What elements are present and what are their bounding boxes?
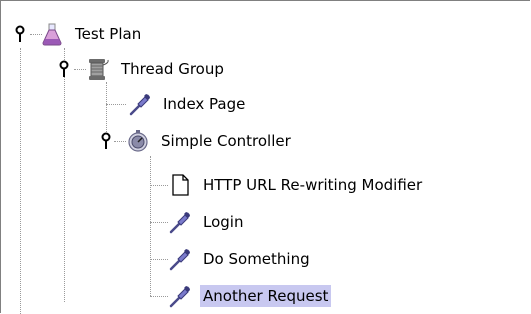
tree-node-login[interactable]: Login xyxy=(168,209,246,235)
tree-connector xyxy=(114,141,126,142)
tree-node-label: Simple Controller xyxy=(161,132,291,150)
tree-connector xyxy=(150,185,168,186)
document-icon xyxy=(172,174,189,196)
tree-connector xyxy=(64,48,65,302)
tree-connector xyxy=(106,104,126,105)
pipette-icon xyxy=(169,249,190,271)
tree-connector xyxy=(150,259,168,260)
tree-node-label: Thread Group xyxy=(121,60,224,78)
tree-node-label: Login xyxy=(203,213,244,231)
tree-connector xyxy=(74,69,86,70)
flask-icon xyxy=(42,23,62,46)
tree-node-label: Test Plan xyxy=(75,25,142,43)
tree-node-label-selected: Another Request xyxy=(200,285,332,307)
pipette-icon xyxy=(129,94,150,116)
tree-connector xyxy=(150,296,168,297)
tree-node-test-plan[interactable]: Test Plan xyxy=(40,21,144,47)
tree-node-index-page[interactable]: Index Page xyxy=(128,91,248,117)
collapse-handle-icon[interactable] xyxy=(58,60,70,78)
tree-node-url-rewriting-modifier[interactable]: HTTP URL Re-writing Modifier xyxy=(168,172,425,198)
collapse-handle-icon[interactable] xyxy=(14,25,26,43)
tree-node-thread-group[interactable]: Thread Group xyxy=(86,56,227,82)
tree-node-label: Do Something xyxy=(203,250,310,268)
tree-node-another-request[interactable]: Another Request xyxy=(168,283,332,309)
tree-node-label: HTTP URL Re-writing Modifier xyxy=(203,176,423,194)
collapse-handle-icon[interactable] xyxy=(100,132,112,150)
tree-node-label: Index Page xyxy=(163,95,246,113)
pipette-icon xyxy=(169,212,190,234)
tree-connector xyxy=(150,156,151,296)
tree-node-simple-controller[interactable]: Simple Controller xyxy=(126,128,294,154)
tree-connector xyxy=(150,222,168,223)
controller-icon xyxy=(128,130,148,152)
pipette-icon xyxy=(169,286,190,308)
spool-icon xyxy=(89,59,109,80)
tree-node-do-something[interactable]: Do Something xyxy=(168,246,313,272)
tree-connector xyxy=(20,48,21,314)
